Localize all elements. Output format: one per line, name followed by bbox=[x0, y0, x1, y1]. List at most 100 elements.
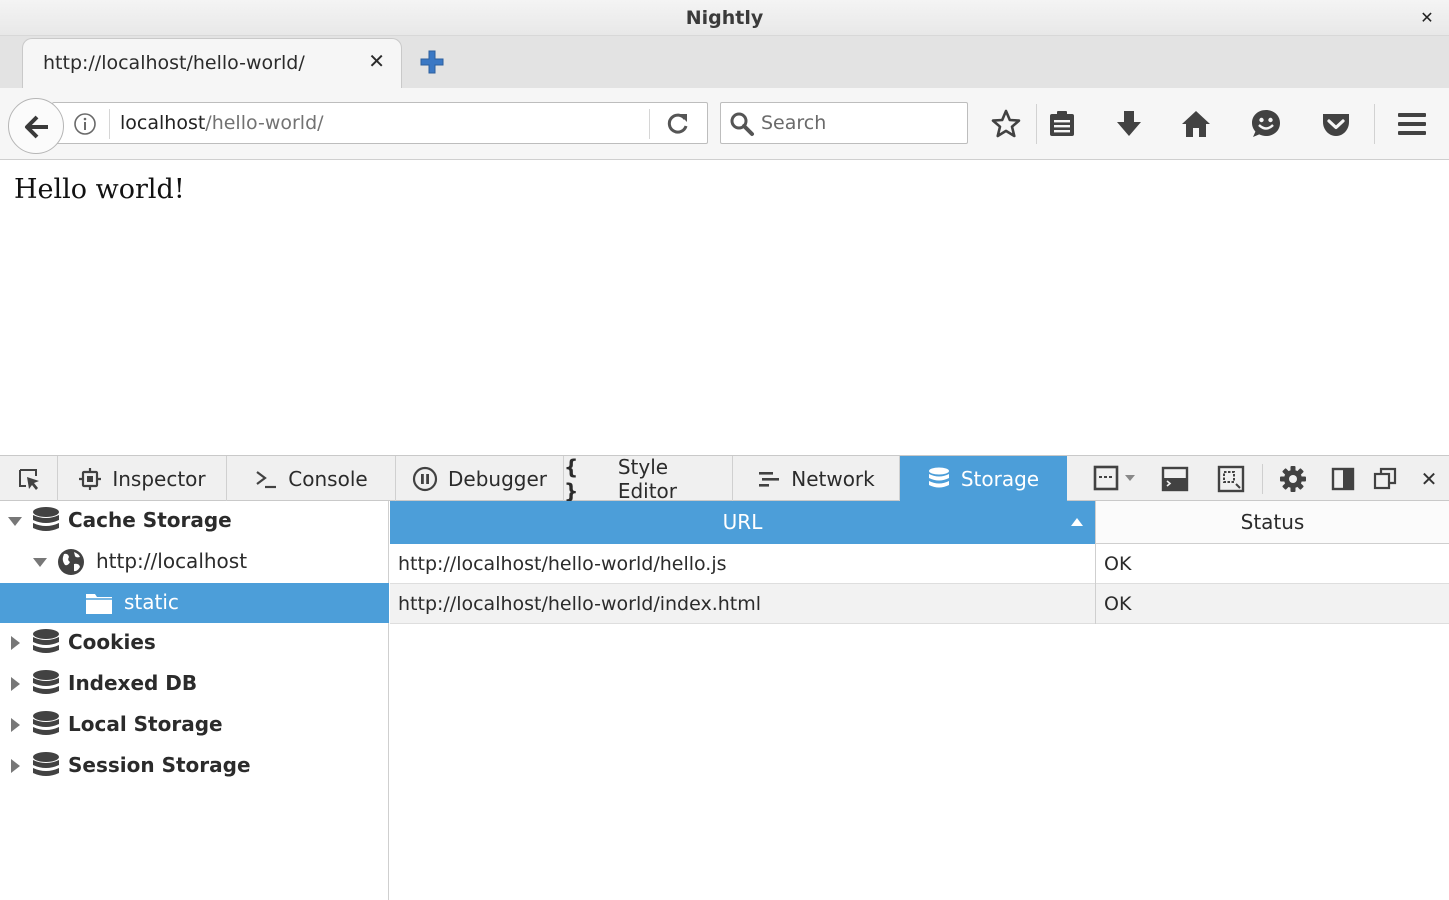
window-titlebar: Nightly ✕ bbox=[0, 0, 1449, 36]
hello-chat-icon[interactable] bbox=[1250, 108, 1282, 140]
column-header-label: URL bbox=[722, 510, 763, 534]
home-icon[interactable] bbox=[1180, 108, 1212, 140]
tree-item-session-storage[interactable]: Session Storage bbox=[0, 746, 389, 786]
tree-item-label: Cache Storage bbox=[68, 508, 232, 532]
tab-title: http://localhost/hello-world/ bbox=[43, 52, 305, 74]
bookmark-star-icon[interactable] bbox=[990, 108, 1022, 140]
downloads-icon[interactable] bbox=[1113, 108, 1145, 140]
column-header-url[interactable]: URL bbox=[390, 501, 1095, 544]
twisty-expanded-icon[interactable] bbox=[7, 513, 23, 529]
undock-window-icon[interactable] bbox=[1370, 464, 1400, 494]
search-input[interactable] bbox=[761, 109, 957, 137]
database-icon bbox=[33, 711, 59, 735]
folder-icon bbox=[86, 594, 112, 614]
browser-tab[interactable]: http://localhost/hello-world/ ✕ bbox=[22, 38, 402, 88]
style-editor-icon: { } bbox=[564, 454, 582, 503]
devtools-tab-style-editor[interactable]: { } Style Editor bbox=[564, 454, 733, 503]
url-separator bbox=[109, 109, 110, 139]
cell-url: http://localhost/hello-world/index.html bbox=[398, 593, 762, 615]
devtools-tab-label: Storage bbox=[960, 466, 1040, 491]
hamburger-menu-icon[interactable] bbox=[1396, 108, 1428, 140]
storage-tree: Cache Storage http://localhost static Co… bbox=[0, 501, 389, 900]
database-icon bbox=[33, 670, 59, 694]
tab-strip: http://localhost/hello-world/ ✕ bbox=[0, 36, 1449, 88]
twisty-collapsed-icon[interactable] bbox=[7, 635, 23, 651]
window-close-button[interactable]: ✕ bbox=[1415, 6, 1439, 30]
page-content: Hello world! bbox=[0, 160, 1449, 455]
element-picker-button[interactable] bbox=[0, 456, 58, 501]
network-icon bbox=[759, 471, 780, 487]
sort-ascending-icon bbox=[1071, 518, 1083, 526]
devtools-tab-label: Debugger bbox=[448, 466, 547, 491]
tree-item-label: Cookies bbox=[68, 630, 156, 654]
storage-table: URL Status http://localhost/hello-world/… bbox=[390, 501, 1449, 900]
back-arrow-icon bbox=[25, 115, 48, 139]
plus-icon bbox=[420, 50, 444, 74]
tree-item-cookies[interactable]: Cookies bbox=[0, 623, 389, 663]
responsive-mode-icon[interactable] bbox=[1216, 464, 1246, 494]
twisty-collapsed-icon[interactable] bbox=[7, 758, 23, 774]
devtools-tab-label: Inspector bbox=[112, 466, 206, 491]
frame-selector-icon[interactable] bbox=[1092, 464, 1140, 494]
gear-icon[interactable] bbox=[1278, 464, 1308, 494]
database-icon bbox=[33, 629, 59, 653]
tree-item-label: Indexed DB bbox=[68, 671, 198, 695]
reload-icon[interactable] bbox=[665, 111, 691, 137]
site-info-icon[interactable] bbox=[73, 112, 97, 136]
url-text[interactable]: localhost/hello-world/ bbox=[120, 112, 324, 134]
devtools-tab-label: Network bbox=[791, 466, 875, 491]
devtools-toolbar: Inspector Console Debugger { } Style Edi… bbox=[0, 454, 1449, 503]
twisty-collapsed-icon[interactable] bbox=[7, 676, 23, 692]
close-icon: ✕ bbox=[1420, 467, 1438, 491]
url-separator bbox=[649, 109, 650, 139]
search-box[interactable] bbox=[720, 102, 968, 144]
devtools-tab-debugger[interactable]: Debugger bbox=[396, 456, 564, 501]
devtools-tab-console[interactable]: Console bbox=[227, 456, 396, 501]
console-icon bbox=[256, 470, 277, 488]
tree-item-label: http://localhost bbox=[96, 549, 248, 573]
devtools-close-button[interactable]: ✕ bbox=[1414, 464, 1444, 494]
table-row[interactable]: http://localhost/hello-world/index.html … bbox=[390, 584, 1449, 624]
database-icon bbox=[33, 507, 59, 531]
element-picker-icon bbox=[19, 469, 39, 490]
toolbar-separator bbox=[1374, 104, 1375, 144]
navigation-toolbar: localhost/hello-world/ bbox=[0, 88, 1449, 160]
twisty-expanded-icon[interactable] bbox=[32, 554, 48, 570]
pocket-icon[interactable] bbox=[1320, 108, 1352, 140]
devtools-tab-storage[interactable]: Storage bbox=[900, 456, 1067, 501]
tree-item-cache-storage[interactable]: Cache Storage bbox=[0, 501, 389, 541]
tab-close-icon[interactable]: ✕ bbox=[368, 49, 385, 73]
new-tab-button[interactable] bbox=[418, 48, 446, 76]
tree-item-http-localhost[interactable]: http://localhost bbox=[0, 542, 389, 582]
twisty-collapsed-icon[interactable] bbox=[7, 717, 23, 733]
column-header-status[interactable]: Status bbox=[1095, 501, 1449, 544]
column-header-label: Status bbox=[1240, 510, 1305, 534]
tree-item-label: Session Storage bbox=[68, 753, 251, 777]
tree-item-indexed-db[interactable]: Indexed DB bbox=[0, 664, 389, 704]
close-icon: ✕ bbox=[1420, 8, 1434, 27]
page-text: Hello world! bbox=[14, 174, 185, 205]
window-title: Nightly bbox=[685, 7, 764, 29]
debugger-icon bbox=[412, 466, 438, 491]
split-console-icon[interactable] bbox=[1160, 464, 1190, 494]
devtools-tab-network[interactable]: Network bbox=[733, 456, 900, 501]
cell-status: OK bbox=[1095, 584, 1449, 624]
back-button[interactable] bbox=[8, 98, 64, 154]
database-icon bbox=[33, 752, 59, 776]
toolbar-separator bbox=[1036, 104, 1037, 144]
tree-item-label: Local Storage bbox=[68, 712, 223, 736]
devtools-tab-label: Console bbox=[288, 466, 368, 491]
inspector-icon bbox=[79, 467, 102, 490]
table-row[interactable]: http://localhost/hello-world/hello.js OK bbox=[390, 544, 1449, 584]
url-bar[interactable]: localhost/hello-world/ bbox=[52, 102, 708, 144]
tree-item-static[interactable]: static bbox=[0, 583, 389, 623]
tree-item-local-storage[interactable]: Local Storage bbox=[0, 705, 389, 745]
toolbar-separator bbox=[1262, 464, 1263, 494]
url-path: /hello-world/ bbox=[205, 112, 324, 134]
globe-icon bbox=[58, 549, 84, 575]
dock-side-icon[interactable] bbox=[1328, 464, 1358, 494]
tree-item-label: static bbox=[124, 590, 179, 614]
storage-icon bbox=[928, 467, 949, 487]
bookmarks-menu-icon[interactable] bbox=[1046, 108, 1078, 140]
devtools-tab-inspector[interactable]: Inspector bbox=[58, 456, 227, 501]
